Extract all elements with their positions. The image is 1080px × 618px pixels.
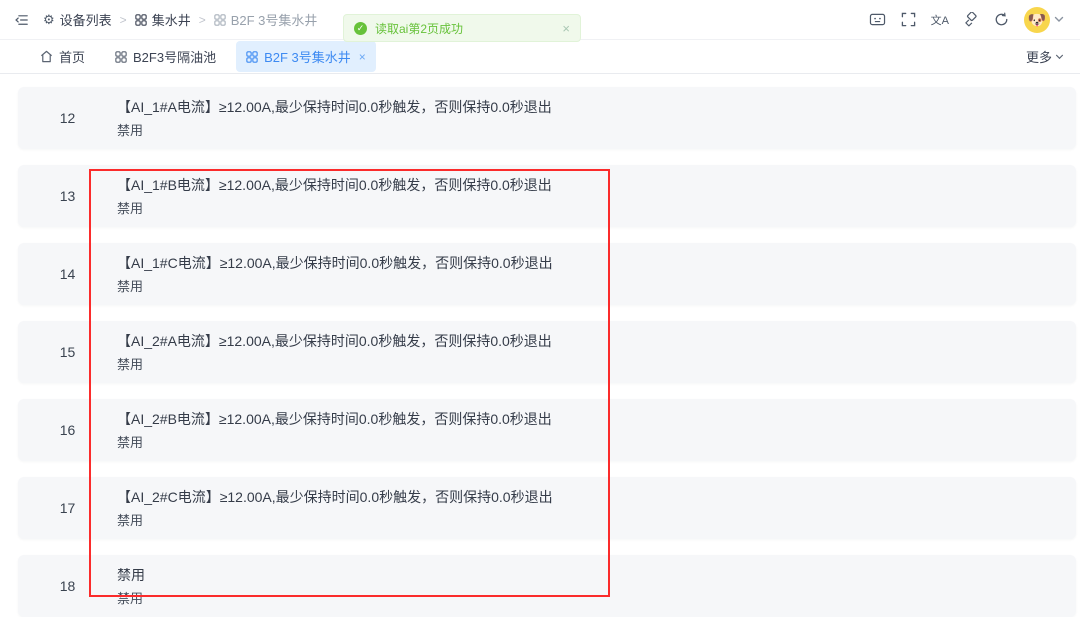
rule-title: 【AI_1#B电流】≥12.00A,最少保持时间0.0秒触发，否则保持0.0秒退… (117, 175, 552, 195)
rule-row[interactable]: 14 【AI_1#C电流】≥12.00A,最少保持时间0.0秒触发，否则保持0.… (18, 243, 1076, 305)
tab-bar: 首页 B2F3号隔油池 B2F 3号集水井 × 更多 (0, 40, 1080, 74)
rule-title: 【AI_2#C电流】≥12.00A,最少保持时间0.0秒触发，否则保持0.0秒退… (117, 487, 553, 507)
rule-status: 禁用 (117, 590, 145, 608)
gear-icon: ⚙ (43, 13, 55, 26)
rule-title: 禁用 (117, 565, 145, 585)
user-menu[interactable]: 🐶 (1024, 7, 1064, 33)
tab-b2f3-grease-trap[interactable]: B2F3号隔油池 (105, 41, 226, 72)
translate-icon[interactable]: 文A (931, 12, 949, 28)
refresh-icon[interactable] (994, 12, 1009, 27)
grid-icon (135, 14, 147, 26)
rule-row[interactable]: 15 【AI_2#A电流】≥12.00A,最少保持时间0.0秒触发，否则保持0.… (18, 321, 1076, 383)
breadcrumb-label: B2F 3号集水井 (231, 10, 318, 29)
rule-status: 禁用 (117, 122, 552, 140)
fullscreen-icon[interactable] (901, 12, 916, 27)
rule-status: 禁用 (117, 356, 552, 374)
success-check-icon: ✓ (354, 22, 367, 35)
rule-row[interactable]: 17 【AI_2#C电流】≥12.00A,最少保持时间0.0秒触发，否则保持0.… (18, 477, 1076, 539)
tab-home[interactable]: 首页 (30, 41, 95, 72)
breadcrumb: ⚙ 设备列表 > 集水井 > B2F 3号集水井 (43, 10, 317, 29)
tab-label: 首页 (59, 47, 85, 66)
rule-status: 禁用 (117, 434, 552, 452)
rule-row[interactable]: 18 禁用 禁用 (18, 555, 1076, 617)
rule-title: 【AI_2#B电流】≥12.00A,最少保持时间0.0秒触发，否则保持0.0秒退… (117, 409, 552, 429)
toast-close-icon[interactable]: × (562, 21, 570, 36)
grid-icon (115, 51, 127, 63)
row-number: 16 (18, 399, 117, 461)
tabs-more-button[interactable]: 更多 (1026, 47, 1064, 66)
grid-icon (246, 51, 258, 63)
theme-icon[interactable] (964, 12, 979, 27)
breadcrumb-label: 集水井 (152, 10, 191, 29)
rule-title: 【AI_1#A电流】≥12.00A,最少保持时间0.0秒触发，否则保持0.0秒退… (117, 97, 552, 117)
tab-b2f3-sump-active[interactable]: B2F 3号集水井 × (236, 41, 376, 72)
breadcrumb-label: 设备列表 (60, 10, 112, 29)
grid-icon (214, 14, 226, 26)
row-number: 17 (18, 477, 117, 539)
more-label: 更多 (1026, 47, 1052, 66)
breadcrumb-item-sump[interactable]: 集水井 (135, 10, 191, 29)
rule-status: 禁用 (117, 278, 553, 296)
tab-close-icon[interactable]: × (359, 50, 366, 64)
rule-row[interactable]: 12 【AI_1#A电流】≥12.00A,最少保持时间0.0秒触发，否则保持0.… (18, 87, 1076, 149)
row-number: 14 (18, 243, 117, 305)
header-actions: 文A 🐶 (869, 7, 1064, 33)
breadcrumb-separator: > (120, 13, 127, 27)
row-number: 13 (18, 165, 117, 227)
tab-label: B2F 3号集水井 (264, 47, 351, 66)
row-number: 12 (18, 87, 117, 149)
screen-icon[interactable] (869, 12, 886, 27)
rule-status: 禁用 (117, 200, 552, 218)
rule-title: 【AI_2#A电流】≥12.00A,最少保持时间0.0秒触发，否则保持0.0秒退… (117, 331, 552, 351)
row-number: 18 (18, 555, 117, 617)
chevron-down-icon (1054, 16, 1064, 23)
chevron-down-icon (1055, 54, 1064, 60)
toast-message: 读取ai第2页成功 (375, 20, 554, 37)
avatar[interactable]: 🐶 (1024, 7, 1050, 33)
rule-title: 【AI_1#C电流】≥12.00A,最少保持时间0.0秒触发，否则保持0.0秒退… (117, 253, 553, 273)
breadcrumb-item-current: B2F 3号集水井 (214, 10, 318, 29)
rule-list: 12 【AI_1#A电流】≥12.00A,最少保持时间0.0秒触发，否则保持0.… (0, 74, 1080, 617)
tab-label: B2F3号隔油池 (133, 47, 216, 66)
rule-row[interactable]: 13 【AI_1#B电流】≥12.00A,最少保持时间0.0秒触发，否则保持0.… (18, 165, 1076, 227)
breadcrumb-separator: > (199, 13, 206, 27)
collapse-sidebar-icon[interactable] (14, 13, 29, 27)
row-number: 15 (18, 321, 117, 383)
rule-status: 禁用 (117, 512, 553, 530)
home-icon (40, 50, 53, 63)
rule-row[interactable]: 16 【AI_2#B电流】≥12.00A,最少保持时间0.0秒触发，否则保持0.… (18, 399, 1076, 461)
success-toast: ✓ 读取ai第2页成功 × (343, 14, 581, 42)
breadcrumb-item-device-list[interactable]: ⚙ 设备列表 (43, 10, 112, 29)
page: ⚙ 设备列表 > 集水井 > B2F 3号集水井 (0, 0, 1080, 618)
